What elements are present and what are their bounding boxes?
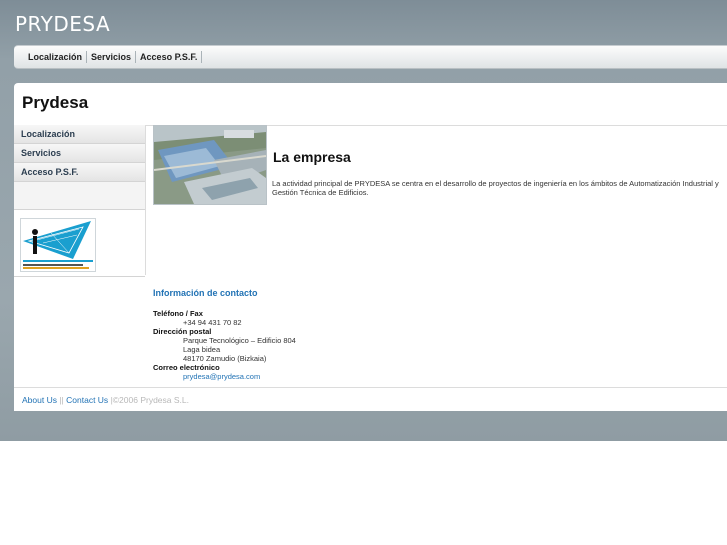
address-label: Dirección postal <box>153 327 212 336</box>
building-photo <box>153 125 267 205</box>
topnav-servicios[interactable]: Servicios <box>87 51 137 63</box>
footer-separator: || <box>59 395 64 405</box>
sidebar-item-acceso-psf[interactable]: Acceso P.S.F. <box>14 163 145 182</box>
phone-label: Teléfono / Fax <box>153 309 203 318</box>
sidebar-item-localizacion[interactable]: Localización <box>14 125 145 144</box>
topnav-acceso-psf[interactable]: Acceso P.S.F. <box>136 51 203 63</box>
email-link[interactable]: prydesa@prydesa.com <box>183 372 260 381</box>
address-line: Parque Tecnológico – Edificio 804 <box>183 336 296 345</box>
intro-text: La actividad principal de PRYDESA se cen… <box>272 179 719 197</box>
address-line: 48170 Zamudio (Bizkaia) <box>183 354 267 363</box>
contact-info: Teléfono / Fax +34 94 431 70 82 Direcció… <box>153 309 296 381</box>
sidebar: Localización Servicios Acceso P.S.F. <box>14 125 146 277</box>
site-title: PRYDESA <box>15 12 111 36</box>
contact-us-link[interactable]: Contact Us <box>66 395 108 405</box>
page-title: Prydesa <box>22 93 89 112</box>
about-us-link[interactable]: About Us <box>22 395 57 405</box>
email-label: Correo electrónico <box>153 363 220 372</box>
section-heading: La empresa <box>273 149 351 165</box>
top-navigation: Localización Servicios Acceso P.S.F. <box>14 45 727 69</box>
sidebar-logo-area <box>14 209 145 277</box>
sidebar-item-servicios[interactable]: Servicios <box>14 144 145 163</box>
phone-value: +34 94 431 70 82 <box>183 318 242 327</box>
footer: About Us || Contact Us |©2006 Prydesa S.… <box>14 387 727 411</box>
topnav-localizacion[interactable]: Localización <box>24 51 88 63</box>
content-panel: Prydesa Localización Servicios Acceso P.… <box>14 83 727 411</box>
copyright-text: ©2006 Prydesa S.L. <box>112 395 189 405</box>
contact-heading: Información de contacto <box>153 288 258 298</box>
partner-logo[interactable] <box>20 218 96 272</box>
address-line: Laga bidea <box>183 345 221 354</box>
